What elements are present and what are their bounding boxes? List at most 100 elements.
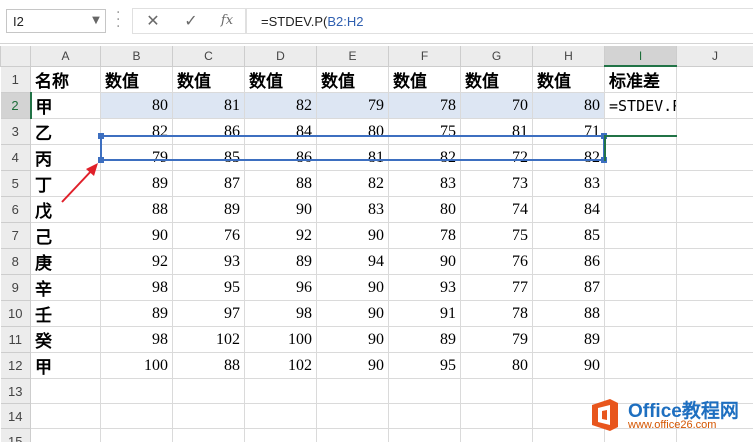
value-cell[interactable]: 92 — [244, 222, 317, 249]
value-cell[interactable]: 76 — [460, 248, 533, 275]
value-cell[interactable]: 93 — [388, 274, 461, 301]
empty-cell[interactable] — [388, 428, 461, 442]
value-cell[interactable]: 79 — [100, 144, 173, 171]
empty-cell[interactable] — [316, 428, 389, 442]
empty-cell[interactable] — [676, 144, 753, 171]
empty-cell[interactable] — [172, 428, 245, 442]
name-cell[interactable]: 甲 — [30, 92, 101, 119]
header-cell[interactable]: 数值 — [388, 65, 461, 93]
value-cell[interactable]: 95 — [388, 352, 461, 379]
value-cell[interactable]: 86 — [244, 144, 317, 171]
empty-cell[interactable] — [676, 274, 753, 301]
row-header-9[interactable]: 9 — [0, 274, 31, 301]
value-cell[interactable]: 90 — [316, 352, 389, 379]
stdev-cell[interactable] — [604, 144, 677, 171]
row-header-7[interactable]: 7 — [0, 222, 31, 249]
empty-cell[interactable] — [316, 378, 389, 404]
value-cell[interactable]: 78 — [460, 300, 533, 327]
value-cell[interactable]: 72 — [460, 144, 533, 171]
header-cell[interactable]: 数值 — [460, 65, 533, 93]
value-cell[interactable]: 73 — [460, 170, 533, 197]
value-cell[interactable]: 84 — [244, 118, 317, 145]
chevron-down-icon[interactable]: ▼ — [87, 10, 105, 32]
column-header-d[interactable]: D — [244, 46, 317, 67]
column-header-b[interactable]: B — [100, 46, 173, 67]
value-cell[interactable]: 82 — [388, 144, 461, 171]
empty-cell[interactable] — [676, 300, 753, 327]
value-cell[interactable]: 90 — [316, 326, 389, 353]
value-cell[interactable]: 74 — [460, 196, 533, 223]
value-cell[interactable]: 90 — [100, 222, 173, 249]
value-cell[interactable]: 79 — [316, 92, 389, 119]
empty-cell[interactable] — [676, 92, 753, 119]
formula-edit-cell[interactable]: =STDEV.P(B2:H2 — [604, 92, 677, 119]
value-cell[interactable]: 84 — [532, 196, 605, 223]
empty-cell[interactable] — [460, 403, 533, 429]
empty-cell[interactable] — [388, 378, 461, 404]
stdev-cell[interactable] — [604, 248, 677, 275]
value-cell[interactable]: 93 — [172, 248, 245, 275]
stdev-cell[interactable] — [604, 170, 677, 197]
name-cell[interactable]: 壬 — [30, 300, 101, 327]
name-box-value[interactable]: I2 — [13, 14, 24, 29]
row-header-4[interactable]: 4 — [0, 144, 31, 171]
row-header-14[interactable]: 14 — [0, 403, 31, 429]
value-cell[interactable]: 92 — [100, 248, 173, 275]
value-cell[interactable]: 102 — [172, 326, 245, 353]
column-header-h[interactable]: H — [532, 46, 605, 67]
value-cell[interactable]: 82 — [244, 92, 317, 119]
value-cell[interactable]: 95 — [172, 274, 245, 301]
row-header-3[interactable]: 3 — [0, 118, 31, 145]
empty-cell[interactable] — [244, 378, 317, 404]
value-cell[interactable]: 80 — [388, 196, 461, 223]
value-cell[interactable]: 80 — [316, 118, 389, 145]
value-cell[interactable]: 81 — [460, 118, 533, 145]
value-cell[interactable]: 83 — [316, 196, 389, 223]
name-cell[interactable]: 庚 — [30, 248, 101, 275]
column-header-f[interactable]: F — [388, 46, 461, 67]
cancel-icon[interactable]: ✕ — [140, 10, 166, 32]
name-cell[interactable]: 辛 — [30, 274, 101, 301]
value-cell[interactable]: 77 — [460, 274, 533, 301]
row-header-8[interactable]: 8 — [0, 248, 31, 275]
stdev-cell[interactable] — [604, 300, 677, 327]
column-header-a[interactable]: A — [30, 46, 101, 67]
name-cell[interactable]: 己 — [30, 222, 101, 249]
empty-cell[interactable] — [676, 118, 753, 145]
value-cell[interactable]: 90 — [316, 274, 389, 301]
row-header-15[interactable]: 15 — [0, 428, 31, 442]
value-cell[interactable]: 86 — [532, 248, 605, 275]
value-cell[interactable]: 88 — [532, 300, 605, 327]
header-cell[interactable]: 数值 — [172, 65, 245, 93]
value-cell[interactable]: 79 — [460, 326, 533, 353]
row-header-12[interactable]: 12 — [0, 352, 31, 379]
empty-cell[interactable] — [100, 403, 173, 429]
empty-cell[interactable] — [676, 352, 753, 379]
value-cell[interactable]: 96 — [244, 274, 317, 301]
value-cell[interactable]: 85 — [532, 222, 605, 249]
value-cell[interactable]: 90 — [388, 248, 461, 275]
value-cell[interactable]: 98 — [244, 300, 317, 327]
column-header-c[interactable]: C — [172, 46, 245, 67]
column-header-i[interactable]: I — [604, 46, 677, 67]
value-cell[interactable]: 83 — [532, 170, 605, 197]
value-cell[interactable]: 88 — [244, 170, 317, 197]
stdev-cell[interactable] — [604, 274, 677, 301]
empty-cell[interactable] — [460, 428, 533, 442]
empty-cell[interactable] — [676, 248, 753, 275]
value-cell[interactable]: 80 — [532, 92, 605, 119]
value-cell[interactable]: 98 — [100, 326, 173, 353]
value-cell[interactable]: 71 — [532, 118, 605, 145]
stdev-cell[interactable] — [604, 352, 677, 379]
value-cell[interactable]: 100 — [244, 326, 317, 353]
row-header-10[interactable]: 10 — [0, 300, 31, 327]
empty-cell[interactable] — [676, 196, 753, 223]
empty-cell[interactable] — [30, 403, 101, 429]
value-cell[interactable]: 86 — [172, 118, 245, 145]
header-cell[interactable]: 名称 — [30, 65, 101, 93]
header-cell[interactable]: 标准差 — [604, 65, 677, 93]
empty-cell[interactable] — [30, 428, 101, 442]
value-cell[interactable]: 89 — [100, 170, 173, 197]
empty-cell[interactable] — [244, 403, 317, 429]
empty-cell[interactable] — [676, 65, 753, 93]
